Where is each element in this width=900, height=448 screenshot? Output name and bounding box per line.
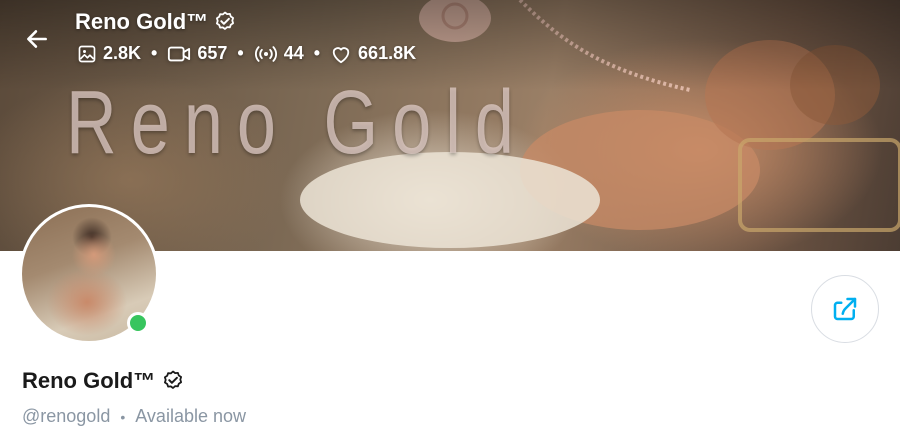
stat-streams[interactable]: 44	[254, 43, 304, 64]
stat-likes[interactable]: 661.8K	[330, 43, 416, 64]
verified-badge-icon	[216, 11, 235, 30]
profile-handle: @renogold	[22, 406, 111, 426]
cover-banner: Reno Gold	[0, 0, 900, 251]
share-icon	[833, 297, 857, 321]
back-button[interactable]	[20, 22, 54, 56]
subline-separator: •	[120, 408, 126, 425]
cover-title-text: Reno Gold	[66, 73, 528, 173]
header-stats: 2.8K • 657 • 44 • 661.8K	[77, 43, 416, 64]
header-name: Reno Gold™	[75, 9, 209, 34]
profile-status: Available now	[135, 406, 246, 426]
share-button[interactable]	[811, 275, 879, 343]
stat-separator: •	[151, 43, 158, 63]
stat-separator: •	[237, 43, 244, 63]
stat-streams-count: 44	[283, 43, 304, 63]
stat-videos-count: 657	[197, 43, 228, 63]
heart-icon	[332, 46, 350, 63]
stat-likes-count: 661.8K	[358, 43, 417, 63]
header-title: Reno Gold™	[75, 9, 237, 35]
image-icon	[78, 45, 96, 62]
stat-videos[interactable]: 657	[167, 43, 227, 64]
profile-subline: @renogold • Available now	[22, 406, 246, 427]
arrow-left-icon	[27, 30, 47, 48]
profile-name-text: Reno Gold™	[22, 368, 156, 393]
verified-badge-icon	[164, 370, 183, 389]
online-status-indicator	[127, 312, 149, 334]
stat-separator: •	[313, 43, 321, 63]
profile-name: Reno Gold™	[22, 368, 185, 394]
video-icon	[168, 46, 191, 61]
stream-icon	[254, 45, 277, 62]
stat-photos-count: 2.8K	[103, 43, 142, 63]
stat-photos[interactable]: 2.8K	[77, 43, 141, 64]
